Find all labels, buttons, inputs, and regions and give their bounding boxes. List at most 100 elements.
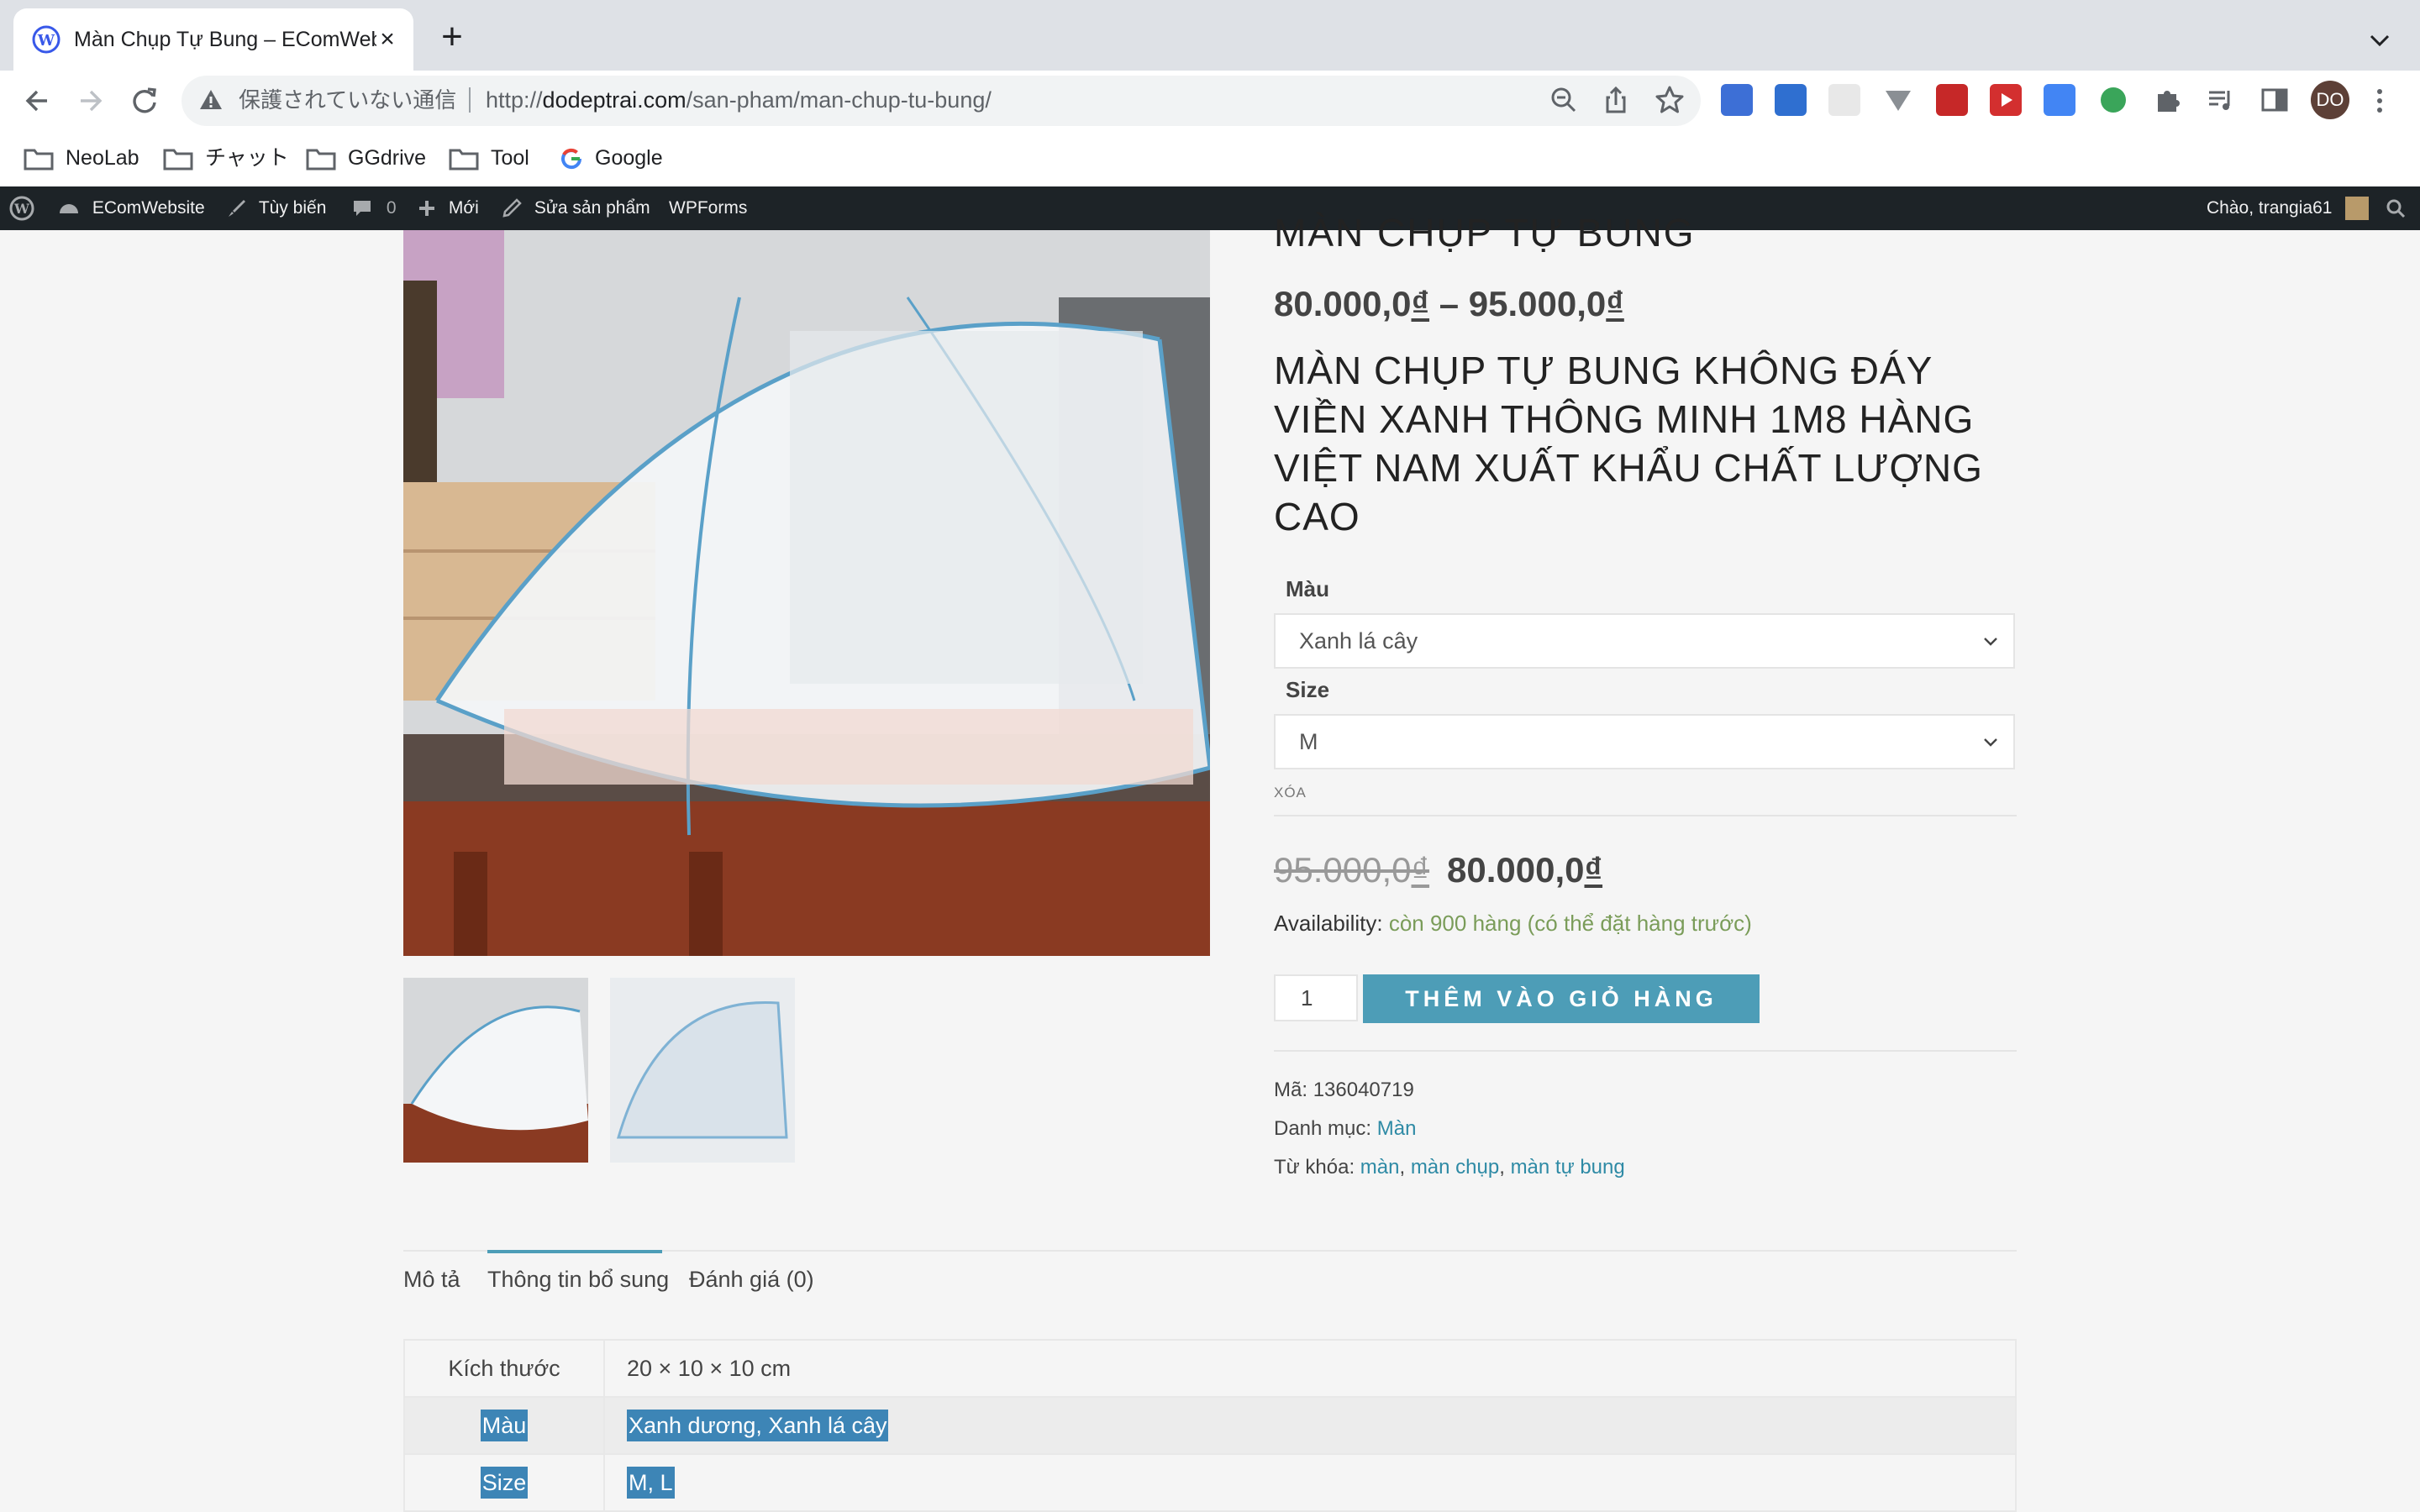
tag-link[interactable]: màn (1360, 1156, 1400, 1179)
url-host: dodeptrai.com (542, 87, 687, 113)
folder-icon (449, 149, 479, 171)
admin-search-icon[interactable] (2385, 186, 2407, 230)
extension-6-icon[interactable] (1990, 84, 2022, 116)
divider (1274, 815, 2017, 816)
attribute-name: Màu (480, 1409, 529, 1441)
url-path: /san-pham/man-chup-tu-bung/ (686, 87, 992, 113)
product-title: MÀN CHỤP TỰ BUNG (1274, 211, 1696, 252)
svg-text:W: W (37, 32, 55, 50)
more-menu-icon[interactable] (2370, 84, 2390, 118)
forward-arrow-icon[interactable] (71, 81, 111, 121)
product-category: Danh mục: Màn (1274, 1117, 1416, 1141)
product-heading: MÀN CHỤP TỰ BUNG KHÔNG ĐÁY VIỀN XANH THÔ… (1274, 349, 1983, 538)
tab-title: Màn Chụp Tự Bung – EComWebsite (74, 28, 376, 51)
table-row: Size M, L (403, 1453, 2017, 1512)
category-link[interactable]: Màn (1377, 1117, 1417, 1140)
new-tab-icon[interactable]: + (435, 18, 469, 55)
admin-edit-product-link[interactable]: Sửa sản phẩm (501, 186, 650, 230)
comment-icon (354, 201, 371, 217)
price-low: 80.000,0 (1274, 284, 1412, 323)
price-sep: – (1429, 284, 1469, 323)
currency-symbol: ₫ (1584, 850, 1603, 890)
attribute-value: Xanh dương, Xanh lá cây (627, 1409, 889, 1441)
stock-status: còn 900 hàng (có thể đặt hàng trước) (1388, 911, 1752, 936)
extension-8-icon[interactable] (2097, 84, 2129, 116)
attribute-name-cell: Màu (403, 1396, 605, 1455)
product-tags: Từ khóa: màn, màn chụp, màn tự bung (1274, 1156, 1625, 1179)
bookmark-chat[interactable]: チャット (163, 143, 289, 173)
sale-price: 80.000,0₫ (1447, 850, 1602, 890)
variation-size-label: Size (1286, 677, 1330, 702)
sale-price-value: 80.000,0 (1447, 850, 1585, 890)
bookmark-ggdrive[interactable]: GGdrive (306, 143, 426, 173)
attribute-name-cell: Size (403, 1453, 605, 1512)
browser-tab[interactable]: W Màn Chụp Tự Bung – EComWebsite × (13, 8, 413, 71)
extension-5-icon[interactable] (1936, 84, 1968, 116)
share-icon[interactable] (1600, 84, 1632, 116)
product-main-image[interactable] (403, 230, 1210, 956)
admin-wpforms-link[interactable]: WPForms (669, 186, 747, 230)
tab-additional-info[interactable]: Thông tin bổ sung (487, 1267, 669, 1293)
color-select[interactable]: Xanh lá cây (1274, 613, 2015, 669)
tag-link[interactable]: màn tự bung (1511, 1156, 1625, 1179)
close-tab-icon[interactable]: × (373, 25, 402, 54)
tag-link[interactable]: màn chụp (1411, 1156, 1499, 1179)
address-separator (469, 87, 471, 113)
side-panel-icon[interactable] (2259, 84, 2291, 116)
sku-value: 136040719 (1313, 1079, 1414, 1101)
bookmark-star-icon[interactable] (1654, 84, 1686, 116)
extension-4-icon[interactable] (1882, 84, 1914, 116)
folder-icon (306, 149, 336, 171)
wordpress-logo-icon[interactable]: W (8, 186, 35, 230)
back-arrow-icon[interactable] (17, 81, 57, 121)
color-select-value: Xanh lá cây (1299, 628, 1418, 654)
admin-comments-link[interactable]: 0 (351, 186, 397, 230)
bookmark-label: NeoLab (66, 146, 139, 170)
chevron-down-icon (1984, 638, 1997, 646)
size-select[interactable]: M (1274, 714, 2015, 769)
admin-site-name: EComWebsite (92, 198, 205, 218)
extension-7-icon[interactable] (2044, 84, 2075, 116)
add-to-cart-button[interactable]: THÊM VÀO GIỎ HÀNG (1363, 974, 1760, 1023)
attribute-name: Kích thước (403, 1339, 605, 1398)
bookmark-tool[interactable]: Tool (449, 143, 529, 173)
bookmark-neolab[interactable]: NeoLab (24, 143, 139, 173)
product-thumbnail[interactable] (403, 978, 588, 1163)
regular-price: 95.000,0₫ (1274, 850, 1429, 890)
not-secure-warning-icon[interactable] (198, 87, 224, 113)
reset-variations-link[interactable]: XÓA (1274, 785, 1307, 801)
reload-icon[interactable] (124, 81, 165, 121)
bookmark-label: チャット (205, 146, 289, 170)
tab-reviews[interactable]: Đánh giá (0) (689, 1267, 814, 1293)
url-text[interactable]: http://dodeptrai.com/san-pham/man-chup-t… (486, 86, 992, 114)
variation-color-label: Màu (1286, 576, 1329, 601)
admin-account-greeting[interactable]: Chào, trangia61 (2207, 186, 2370, 230)
bookmark-google[interactable]: Google (560, 143, 663, 173)
admin-new-link[interactable]: Mới (417, 186, 479, 230)
wordpress-favicon-icon: W (32, 25, 60, 54)
extension-2-icon[interactable] (1775, 84, 1807, 116)
tab-description[interactable]: Mô tả (403, 1267, 460, 1293)
tab-search-chevron-icon[interactable] (2363, 24, 2396, 57)
folder-icon (24, 149, 54, 171)
quantity-input[interactable]: 1 (1274, 974, 1358, 1021)
price-high: 95.000,0 (1468, 284, 1607, 323)
extensions-puzzle-icon[interactable] (2151, 84, 2183, 116)
attributes-table: Kích thước 20 × 10 × 10 cm Màu Xanh dươn… (403, 1339, 2017, 1512)
chevron-down-icon (1984, 738, 1997, 747)
profile-avatar[interactable]: DO (2311, 81, 2349, 119)
security-label[interactable]: 保護されていない通信 (239, 86, 456, 114)
extension-1-icon[interactable] (1721, 84, 1753, 116)
plus-icon (419, 201, 434, 217)
admin-edit-product-label: Sửa sản phẩm (534, 198, 650, 218)
zoom-icon[interactable] (1548, 84, 1580, 116)
extension-3-icon[interactable] (1828, 84, 1860, 116)
attribute-value: 20 × 10 × 10 cm (603, 1339, 2017, 1398)
media-playlist-icon[interactable] (2205, 84, 2237, 116)
admin-customize-link[interactable]: Tùy biến (225, 186, 326, 230)
google-icon (561, 149, 582, 170)
brush-icon (229, 200, 245, 218)
product-thumbnail[interactable] (610, 978, 795, 1163)
tags-label: Từ khóa: (1274, 1156, 1355, 1179)
admin-site-link[interactable]: EComWebsite (57, 186, 205, 230)
